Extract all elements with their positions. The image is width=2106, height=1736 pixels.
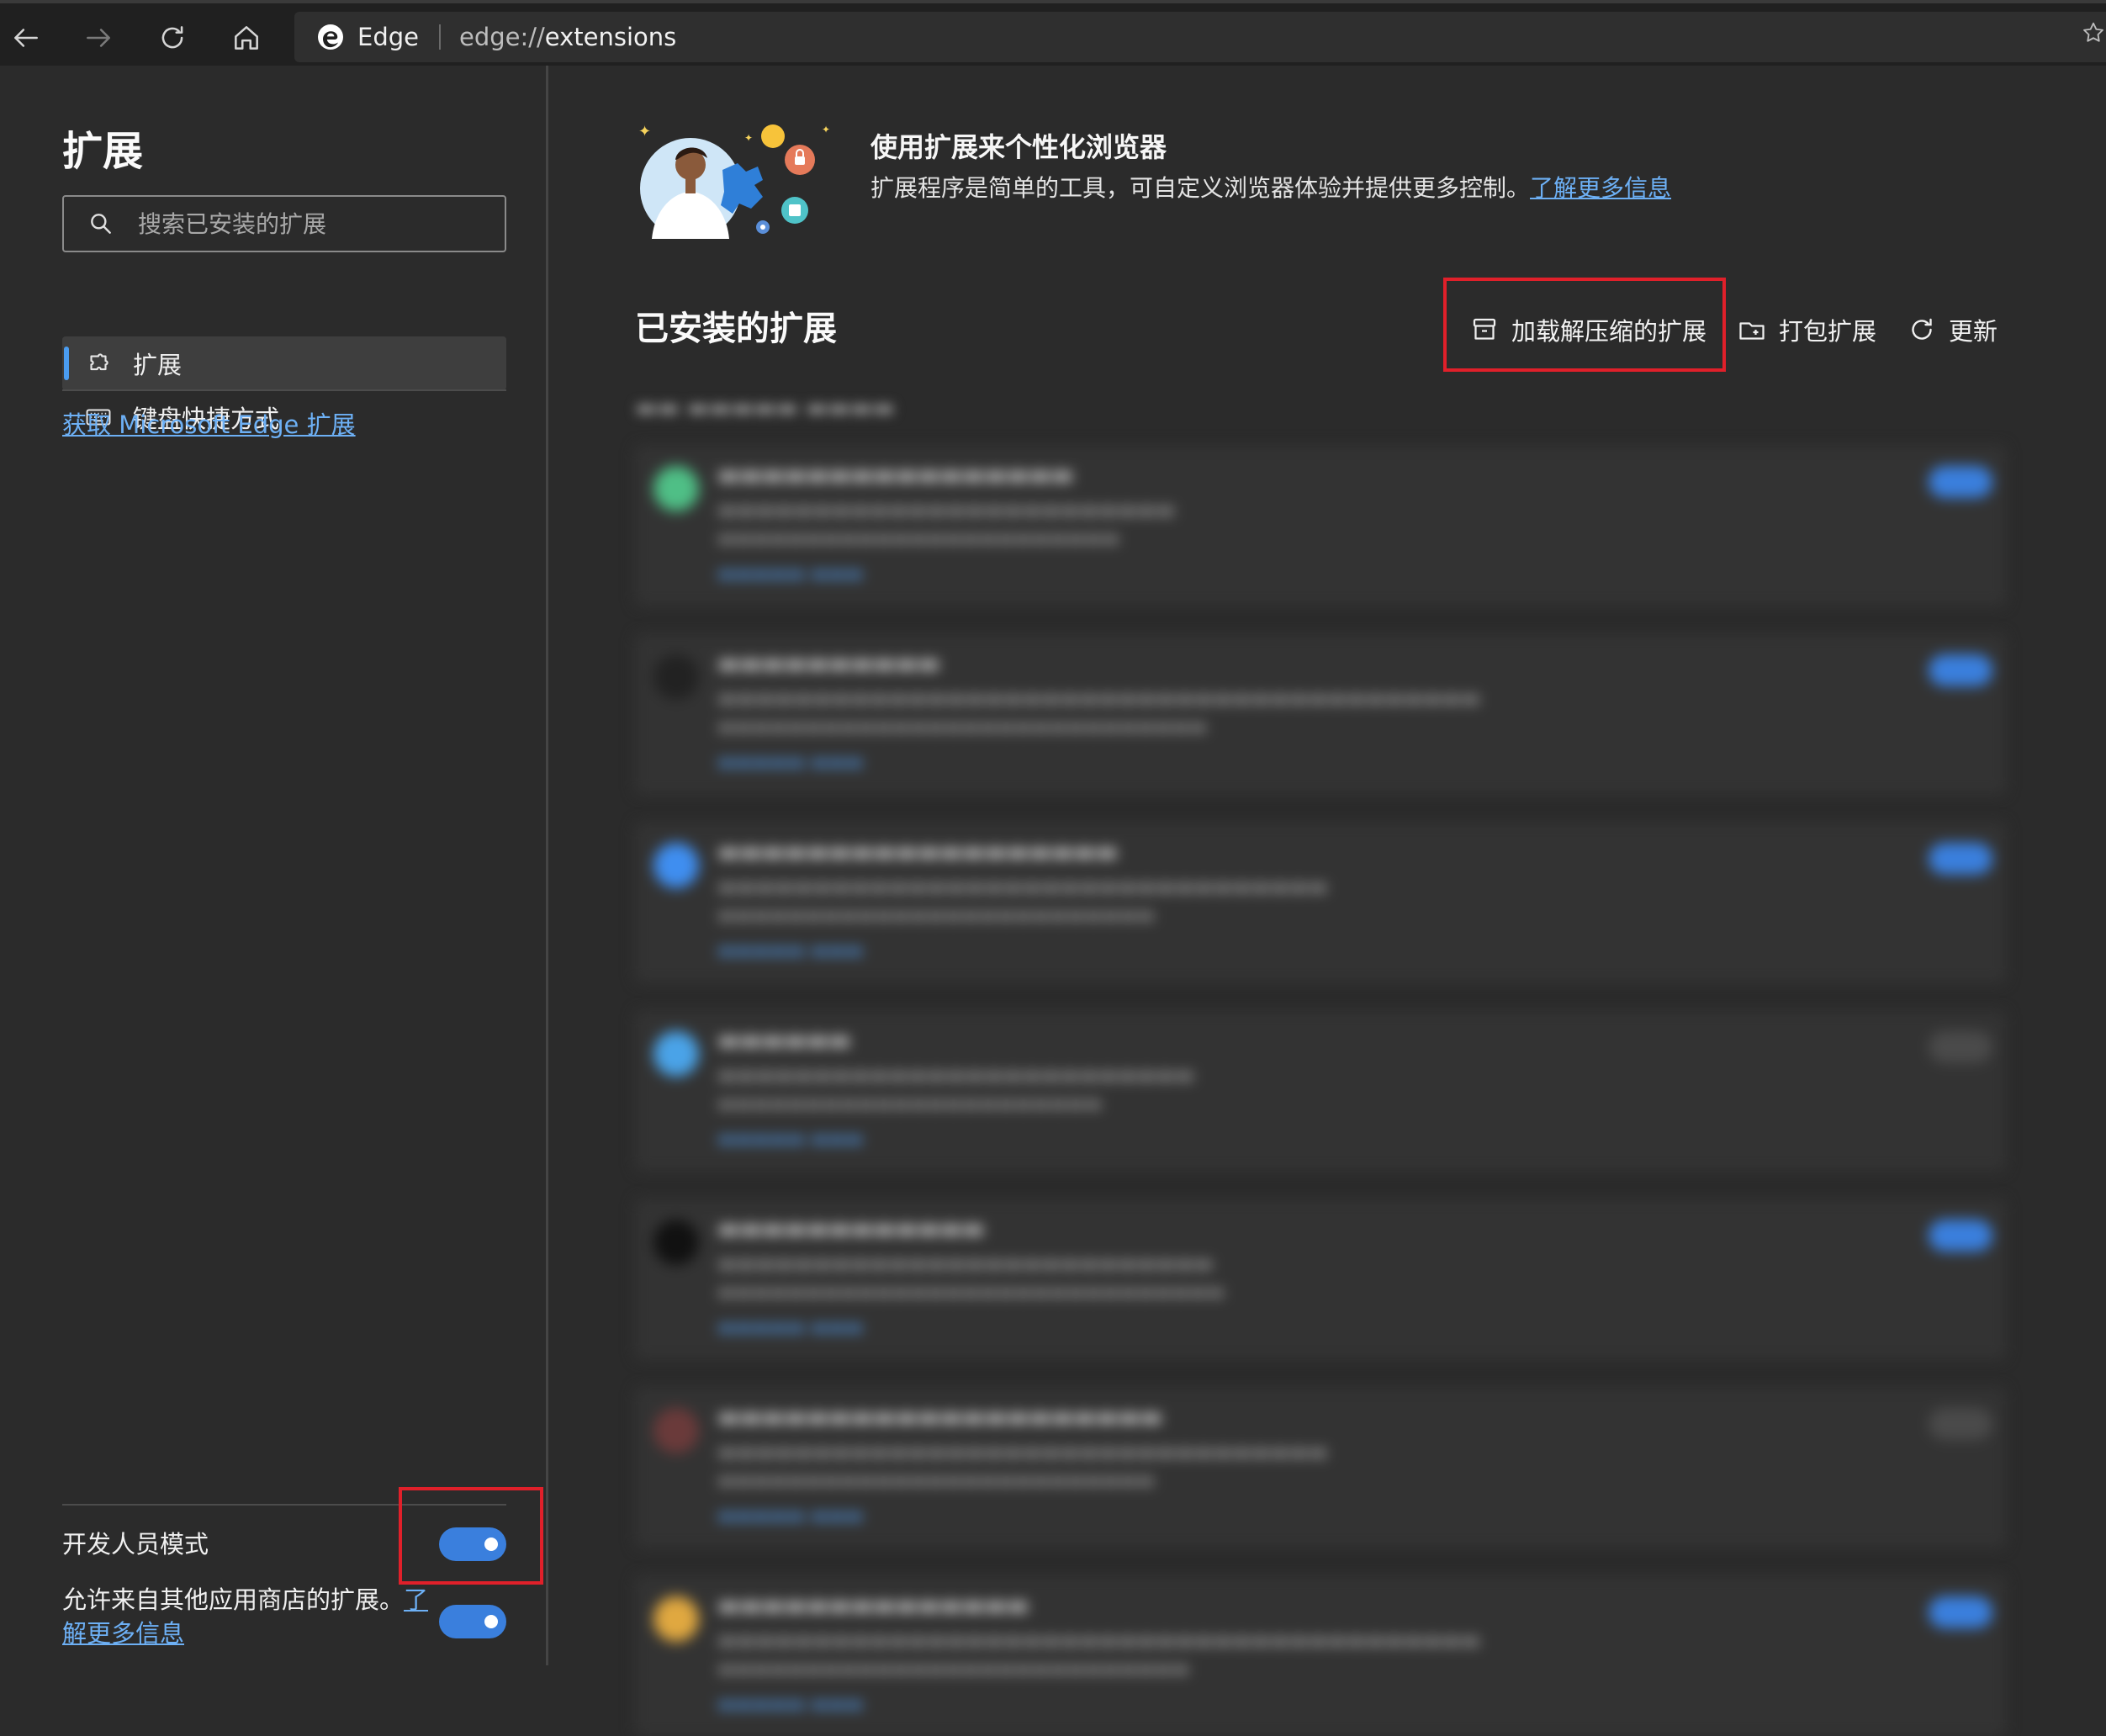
refresh-button[interactable] xyxy=(146,13,198,62)
edge-logo-icon xyxy=(318,24,343,50)
extension-icon xyxy=(653,1596,699,1642)
pack-extension-label: 打包扩展 xyxy=(1779,317,1877,346)
hero-learn-more-link[interactable]: 了解更多信息 xyxy=(1530,174,1671,202)
extension-icon xyxy=(653,654,699,700)
extension-id-blurred: ▬▬▬▬▬▬▬▬▬▬▬▬▬▬▬▬▬▬▬▬▬▬▬▬▬▬▬ xyxy=(717,1659,1190,1680)
allow-other-stores-text: 允许来自其他应用商店的扩展。 xyxy=(62,1585,405,1614)
extension-card-blurred: ▬▬▬▬▬▬▬▬▬▬▬▬ ▬▬▬▬▬▬▬▬▬▬▬▬▬▬▬▬▬▬▬▬▬▬▬▬▬▬ … xyxy=(635,1199,2006,1359)
home-icon xyxy=(235,26,258,50)
extension-name-blurred: ▬▬▬▬▬▬▬▬▬▬▬▬▬▬▬▬▬▬▬▬ xyxy=(717,1403,1163,1431)
extension-toggle-blurred xyxy=(1929,843,1992,875)
extension-name-blurred: ▬▬▬▬▬▬ xyxy=(717,1026,851,1054)
back-button[interactable] xyxy=(0,13,52,62)
refresh-icon xyxy=(161,26,183,49)
extension-toggle-blurred xyxy=(1929,654,1992,686)
extension-details-blurred: ▬▬▬▬▬ ▬▬▬ xyxy=(717,564,864,585)
extension-source-heading-blurred: ▬▬ ▬▬▬▬▬ ▬▬▬▬ xyxy=(635,394,895,421)
extension-toggle-blurred xyxy=(1929,1220,1992,1252)
installed-extensions-title: 已安装的扩展 xyxy=(635,310,837,348)
arrow-right-icon xyxy=(87,29,110,47)
pack-extension-button[interactable]: 打包扩展 xyxy=(1737,306,1876,353)
svg-text:✦: ✦ xyxy=(638,123,651,140)
extension-card-blurred: ▬▬▬▬▬▬ ▬▬▬▬▬▬▬▬▬▬▬▬▬▬▬▬▬▬▬▬▬▬▬▬▬ ▬▬▬▬▬▬▬… xyxy=(635,1011,2006,1171)
extension-name-blurred: ▬▬▬▬▬▬▬▬▬▬▬▬▬▬ xyxy=(717,1591,1029,1619)
get-extensions-link[interactable]: 获取 Microsoft Edge 扩展 xyxy=(62,405,356,441)
address-bar[interactable]: Edge edge://extensions xyxy=(294,12,2106,62)
extension-id-blurred: ▬▬▬▬▬▬▬▬▬▬▬▬▬▬▬▬▬▬▬▬▬▬▬▬▬ xyxy=(717,1470,1155,1491)
extension-details-blurred: ▬▬▬▬▬ ▬▬▬ xyxy=(717,752,864,773)
extension-id-blurred: ▬▬▬▬▬▬▬▬▬▬▬▬▬▬▬▬▬▬▬▬▬▬▬▬▬▬▬▬ xyxy=(717,717,1208,738)
extension-description-blurred: ▬▬▬▬▬▬▬▬▬▬▬▬▬▬▬▬▬▬▬▬▬▬▬▬▬▬ xyxy=(717,1252,1214,1275)
extension-description-blurred: ▬▬▬▬▬▬▬▬▬▬▬▬▬▬▬▬▬▬▬▬▬▬▬▬▬▬▬▬▬▬▬▬ xyxy=(717,1440,1328,1463)
update-button[interactable]: 更新 xyxy=(1907,306,1998,353)
extension-name-blurred: ▬▬▬▬▬▬▬▬▬▬▬▬▬▬▬▬ xyxy=(717,461,1074,489)
extension-details-blurred: ▬▬▬▬▬ ▬▬▬ xyxy=(717,1129,864,1150)
extension-id-blurred: ▬▬▬▬▬▬▬▬▬▬▬▬▬▬▬▬▬▬▬▬▬▬▬▬▬▬▬▬▬ xyxy=(717,1282,1225,1303)
forward-button[interactable] xyxy=(72,13,124,62)
puzzle-icon xyxy=(90,353,108,371)
extension-card-blurred: ▬▬▬▬▬▬▬▬▬▬▬▬▬▬ ▬▬▬▬▬▬▬▬▬▬▬▬▬▬▬▬▬▬▬▬▬▬▬▬▬… xyxy=(635,1576,2006,1736)
developer-mode-label: 开发人员模式 xyxy=(62,1530,209,1559)
address-url-page: extensions xyxy=(544,23,677,51)
extension-id-blurred: ▬▬▬▬▬▬▬▬▬▬▬▬▬▬▬▬▬▬▬▬▬▬▬▬▬ xyxy=(717,905,1155,926)
extension-toggle-blurred xyxy=(1929,1031,1992,1063)
sidebar: 扩展 扩展 键盘快捷方式 获取 Microsoft Edge 扩展 开发人员模式… xyxy=(0,66,548,1665)
update-label: 更新 xyxy=(1949,317,1998,346)
load-unpacked-highlight-box xyxy=(1443,278,1726,372)
search-input[interactable] xyxy=(138,209,491,238)
extension-icon xyxy=(653,1031,699,1077)
svg-text:✦: ✦ xyxy=(822,124,830,135)
extension-name-blurred: ▬▬▬▬▬▬▬▬▬▬▬▬▬▬▬▬▬▬ xyxy=(717,838,1119,865)
extension-toggle-blurred xyxy=(1929,1596,1992,1628)
allow-other-stores-label: 允许来自其他应用商店的扩展。了解更多信息 xyxy=(62,1583,432,1650)
extension-card-blurred: ▬▬▬▬▬▬▬▬▬▬▬▬▬▬▬▬▬▬▬▬ ▬▬▬▬▬▬▬▬▬▬▬▬▬▬▬▬▬▬▬… xyxy=(635,1388,2006,1548)
refresh-icon xyxy=(1912,318,1932,340)
search-box[interactable] xyxy=(62,195,506,252)
extension-toggle-blurred xyxy=(1929,466,1992,498)
favorite-star-icon[interactable] xyxy=(2081,20,2106,45)
extension-name-blurred: ▬▬▬▬▬▬▬▬▬▬▬▬ xyxy=(717,1215,985,1242)
address-separator xyxy=(438,24,441,50)
arrow-left-icon xyxy=(14,29,38,47)
extension-details-blurred: ▬▬▬▬▬ ▬▬▬ xyxy=(717,1317,864,1338)
extension-icon xyxy=(653,1408,699,1453)
allow-other-stores-toggle[interactable] xyxy=(439,1605,506,1638)
browser-toolbar: Edge edge://extensions xyxy=(0,0,2106,66)
extension-card-blurred: ▬▬▬▬▬▬▬▬▬▬ ▬▬▬▬▬▬▬▬▬▬▬▬▬▬▬▬▬▬▬▬▬▬▬▬▬▬▬▬▬… xyxy=(635,634,2006,794)
sidebar-item-extensions[interactable]: 扩展 xyxy=(62,336,506,390)
hero-description-text: 扩展程序是简单的工具，可自定义浏览器体验并提供更多控制。 xyxy=(870,174,1531,202)
extension-description-blurred: ▬▬▬▬▬▬▬▬▬▬▬▬▬▬▬▬▬▬▬▬▬▬▬▬▬▬▬▬▬▬▬▬ xyxy=(717,875,1328,898)
extension-name-blurred: ▬▬▬▬▬▬▬▬▬▬ xyxy=(717,649,940,677)
extension-icon xyxy=(653,1220,699,1265)
developer-mode-highlight-box xyxy=(399,1487,543,1585)
address-brand: Edge xyxy=(357,23,419,51)
extension-id-blurred: ▬▬▬▬▬▬▬▬▬▬▬▬▬▬▬▬▬▬▬▬▬▬ xyxy=(717,1093,1103,1114)
extension-description-blurred: ▬▬▬▬▬▬▬▬▬▬▬▬▬▬▬▬▬▬▬▬▬▬▬▬▬ xyxy=(717,1063,1194,1087)
address-url-scheme: edge:// xyxy=(458,23,545,51)
extension-icon xyxy=(653,466,699,511)
svg-text:✦: ✦ xyxy=(744,132,753,144)
extension-card-blurred: ▬▬▬▬▬▬▬▬▬▬▬▬▬▬▬▬▬▬ ▬▬▬▬▬▬▬▬▬▬▬▬▬▬▬▬▬▬▬▬▬… xyxy=(635,823,2006,982)
home-button[interactable] xyxy=(220,13,273,62)
search-icon xyxy=(91,214,111,234)
extension-description-blurred: ▬▬▬▬▬▬▬▬▬▬▬▬▬▬▬▬▬▬▬▬▬▬▬▬▬▬▬▬▬▬▬▬▬▬▬▬▬▬▬▬ xyxy=(717,686,1481,710)
sidebar-title: 扩展 xyxy=(62,128,144,175)
sidebar-item-label: 扩展 xyxy=(133,351,183,379)
extension-details-blurred: ▬▬▬▬▬ ▬▬▬ xyxy=(717,940,864,961)
extension-description-blurred: ▬▬▬▬▬▬▬▬▬▬▬▬▬▬▬▬▬▬▬▬▬▬▬▬▬▬▬▬▬▬▬▬▬▬▬▬▬▬▬▬ xyxy=(717,1628,1481,1652)
pack-icon xyxy=(1739,322,1765,340)
hero-title: 使用扩展来个性化浏览器 xyxy=(870,131,1167,163)
sidebar-divider xyxy=(62,389,506,391)
extensions-illustration: ✦ ✦ ✦ xyxy=(638,123,830,239)
extension-description-blurred: ▬▬▬▬▬▬▬▬▬▬▬▬▬▬▬▬▬▬▬▬▬▬▬▬ xyxy=(717,498,1176,521)
extension-details-blurred: ▬▬▬▬▬ ▬▬▬ xyxy=(717,1506,864,1527)
extension-details-blurred: ▬▬▬▬▬ ▬▬▬ xyxy=(717,1694,864,1715)
main-content: ✦ ✦ ✦ 使用扩展来个性化浏览器 扩展程序是简单的工具，可自定义浏览器体验并提… xyxy=(551,66,2106,1736)
extension-icon xyxy=(653,843,699,888)
hero-description: 扩展程序是简单的工具，可自定义浏览器体验并提供更多控制。了解更多信息 xyxy=(870,170,1671,204)
extension-card-blurred: ▬▬▬▬▬▬▬▬▬▬▬▬▬▬▬▬ ▬▬▬▬▬▬▬▬▬▬▬▬▬▬▬▬▬▬▬▬▬▬▬… xyxy=(635,446,2006,606)
address-url[interactable]: edge://extensions xyxy=(459,23,676,51)
extension-id-blurred: ▬▬▬▬▬▬▬▬▬▬▬▬▬▬▬▬▬▬▬▬▬▬▬ xyxy=(717,528,1120,549)
extension-toggle-blurred xyxy=(1929,1408,1992,1440)
